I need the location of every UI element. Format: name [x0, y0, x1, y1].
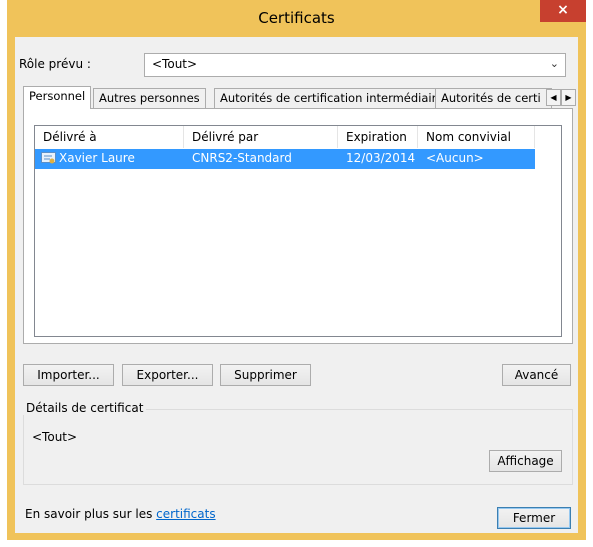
- cell-issued-by: CNRS2-Standard: [192, 151, 292, 165]
- certificates-dialog: Certificats × Rôle prévu : <Tout> ⌄ Pers…: [7, 0, 586, 540]
- dialog-client-area: Rôle prévu : <Tout> ⌄ Personnel Autres p…: [15, 37, 578, 533]
- cell-issued-to: Xavier Laure: [59, 151, 135, 165]
- window-title: Certificats: [258, 9, 335, 27]
- remove-button[interactable]: Supprimer: [220, 364, 311, 386]
- column-header-friendly-name[interactable]: Nom convivial: [418, 126, 535, 148]
- table-row[interactable]: Xavier Laure CNRS2-Standard 12/03/2014 <…: [35, 149, 535, 169]
- column-header-expiration[interactable]: Expiration: [338, 126, 418, 148]
- certificate-list[interactable]: Délivré à Délivré par Expiration Nom con…: [34, 125, 562, 337]
- view-button[interactable]: Affichage: [489, 450, 562, 472]
- title-bar[interactable]: Certificats ×: [7, 0, 586, 37]
- certificate-details-title: Détails de certificat: [23, 401, 147, 415]
- certificate-details-group: [23, 409, 573, 485]
- close-button[interactable]: Fermer: [497, 507, 571, 529]
- column-header-issued-by[interactable]: Délivré par: [184, 126, 338, 148]
- role-value: <Tout>: [152, 57, 198, 71]
- certificate-icon: [41, 152, 56, 164]
- tab-autorites-intermediaires[interactable]: Autorités de certification intermédiaire…: [214, 88, 456, 108]
- tab-autres-personnes[interactable]: Autres personnes: [93, 88, 206, 108]
- close-window-button[interactable]: ×: [540, 0, 586, 22]
- certificate-details-value: <Tout>: [32, 430, 78, 444]
- cell-expiration: 12/03/2014: [346, 151, 416, 165]
- role-combobox[interactable]: <Tout> ⌄: [144, 53, 566, 77]
- import-button[interactable]: Importer...: [23, 364, 114, 386]
- footer-prefix: En savoir plus sur les: [25, 507, 157, 521]
- tab-autorites-racines[interactable]: Autorités de certi: [435, 88, 552, 108]
- column-header-issued-to[interactable]: Délivré à: [35, 126, 184, 148]
- tab-personnel[interactable]: Personnel: [23, 86, 92, 109]
- role-label: Rôle prévu :: [19, 57, 91, 71]
- advanced-button[interactable]: Avancé: [502, 364, 571, 386]
- chevron-down-icon: ⌄: [549, 57, 559, 70]
- tab-scroll-right-icon[interactable]: ▶: [561, 89, 576, 106]
- cell-friendly-name: <Aucun>: [426, 151, 484, 165]
- tab-panel: Délivré à Délivré par Expiration Nom con…: [23, 108, 573, 344]
- tab-scroll-arrows: ◀ ▶: [546, 89, 576, 106]
- footer-text: En savoir plus sur les certificats: [25, 507, 216, 521]
- certificates-link[interactable]: certificats: [156, 507, 215, 521]
- export-button[interactable]: Exporter...: [122, 364, 213, 386]
- tab-scroll-left-icon[interactable]: ◀: [546, 89, 561, 106]
